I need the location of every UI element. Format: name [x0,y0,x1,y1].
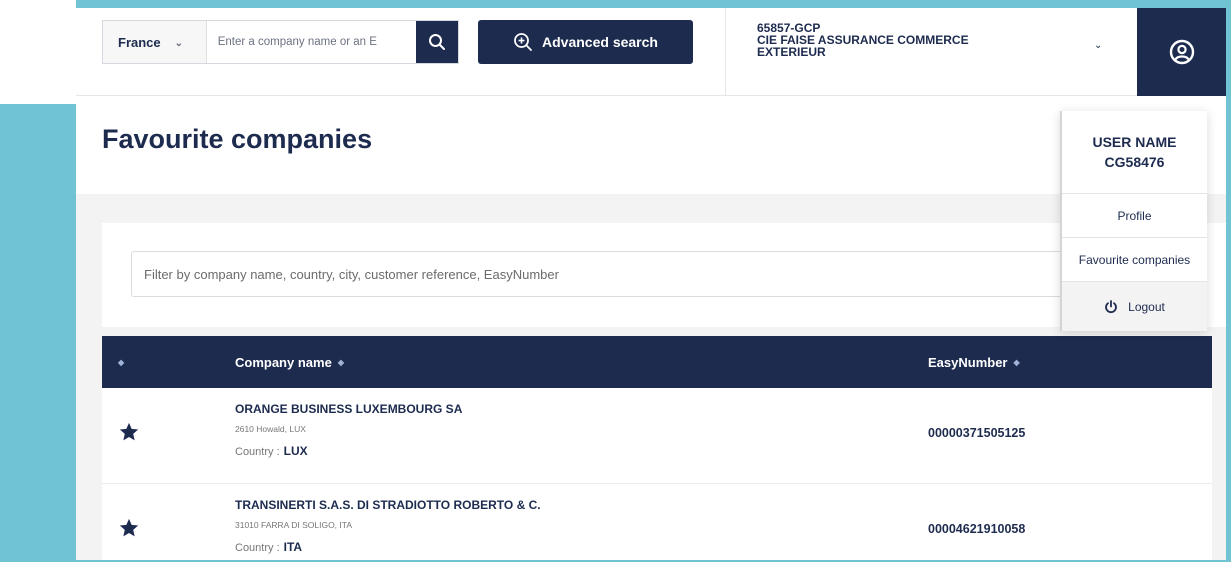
company-search-group: France ⌄ [102,20,459,64]
easynumber-column-header[interactable]: EasyNumber ◆ [928,336,1020,388]
table-row[interactable]: ORANGE BUSINESS LUXEMBOURG SA 2610 Howal… [102,388,1212,484]
power-icon [1105,299,1117,313]
search-icon [429,34,446,50]
user-circle-icon [1169,39,1194,65]
easynumber-value: 00004621910058 [928,522,1026,536]
country-select[interactable]: France ⌄ [103,21,207,63]
filter-card [102,223,1226,327]
menu-item-profile[interactable]: Profile [1062,193,1207,237]
company-name[interactable]: TRANSINERTI S.A.S. DI STRADIOTTO ROBERTO… [235,498,541,512]
company-search-input[interactable] [206,21,417,63]
frame-left-decoration [0,104,76,562]
logout-label: Logout [1128,299,1165,314]
app-window: France ⌄ Advanced search 65857-GCP [76,8,1226,560]
current-company-selector[interactable]: 65857-GCP CIE FAISE ASSURANCE COMMERCE E… [757,22,1077,58]
user-menu-button[interactable] [1137,8,1226,96]
sort-icon: ◆ [1013,357,1020,367]
page-title: Favourite companies [102,124,373,154]
country-select-label: France [118,34,161,50]
topbar-divider [725,8,726,96]
user-name: USER NAME [1092,134,1177,150]
table-header: ◆ Company name ◆ EasyNumber ◆ [102,336,1212,388]
title-band: Favourite companies [76,96,1226,194]
table-row[interactable]: TRANSINERTI S.A.S. DI STRADIOTTO ROBERTO… [102,484,1212,560]
top-bar: France ⌄ Advanced search 65857-GCP [76,8,1226,96]
zoom-plus-icon [514,33,532,51]
frame-right-decoration [1226,0,1231,562]
sort-icon: ◆ [337,357,344,367]
company-address: 2610 Howald, LUX [235,424,306,434]
company-name-header-label: Company name [235,354,332,370]
company-name[interactable]: ORANGE BUSINESS LUXEMBOURG SA [235,402,462,416]
chevron-down-icon: ⌄ [174,37,184,49]
country-label: Country : [235,446,280,458]
company-country: Country : LUX [235,444,308,458]
frame-top-decoration [76,0,1231,8]
advanced-search-label: Advanced search [542,34,658,50]
company-address: 31010 FARRA DI SOLIGO, ITA [235,520,352,530]
favourite-column-header[interactable]: ◆ [118,336,124,388]
star-icon[interactable] [118,517,140,539]
company-name-column-header[interactable]: Company name ◆ [235,336,344,388]
search-button[interactable] [416,21,458,63]
chevron-down-icon[interactable]: ⌄ [1094,40,1102,51]
company-country: Country : ITA [235,540,302,554]
advanced-search-button[interactable]: Advanced search [478,20,693,64]
filter-input[interactable] [131,251,1161,297]
country-label: Country : [235,542,280,554]
easynumber-value: 00000371505125 [928,426,1026,440]
logout-button[interactable]: Logout [1062,281,1207,331]
user-id: CG58476 [1104,154,1165,170]
company-name-line2: EXTERIEUR [757,45,826,59]
star-icon[interactable] [118,421,140,443]
sort-icon: ◆ [118,357,125,367]
menu-item-favourite-companies[interactable]: Favourite companies [1062,237,1207,281]
easynumber-header-label: EasyNumber [928,354,1008,370]
country-code: LUX [283,444,308,458]
user-info: USER NAME CG58476 [1062,111,1207,193]
user-dropdown-menu: USER NAME CG58476 Profile Favourite comp… [1060,111,1207,331]
country-code: ITA [283,540,303,554]
